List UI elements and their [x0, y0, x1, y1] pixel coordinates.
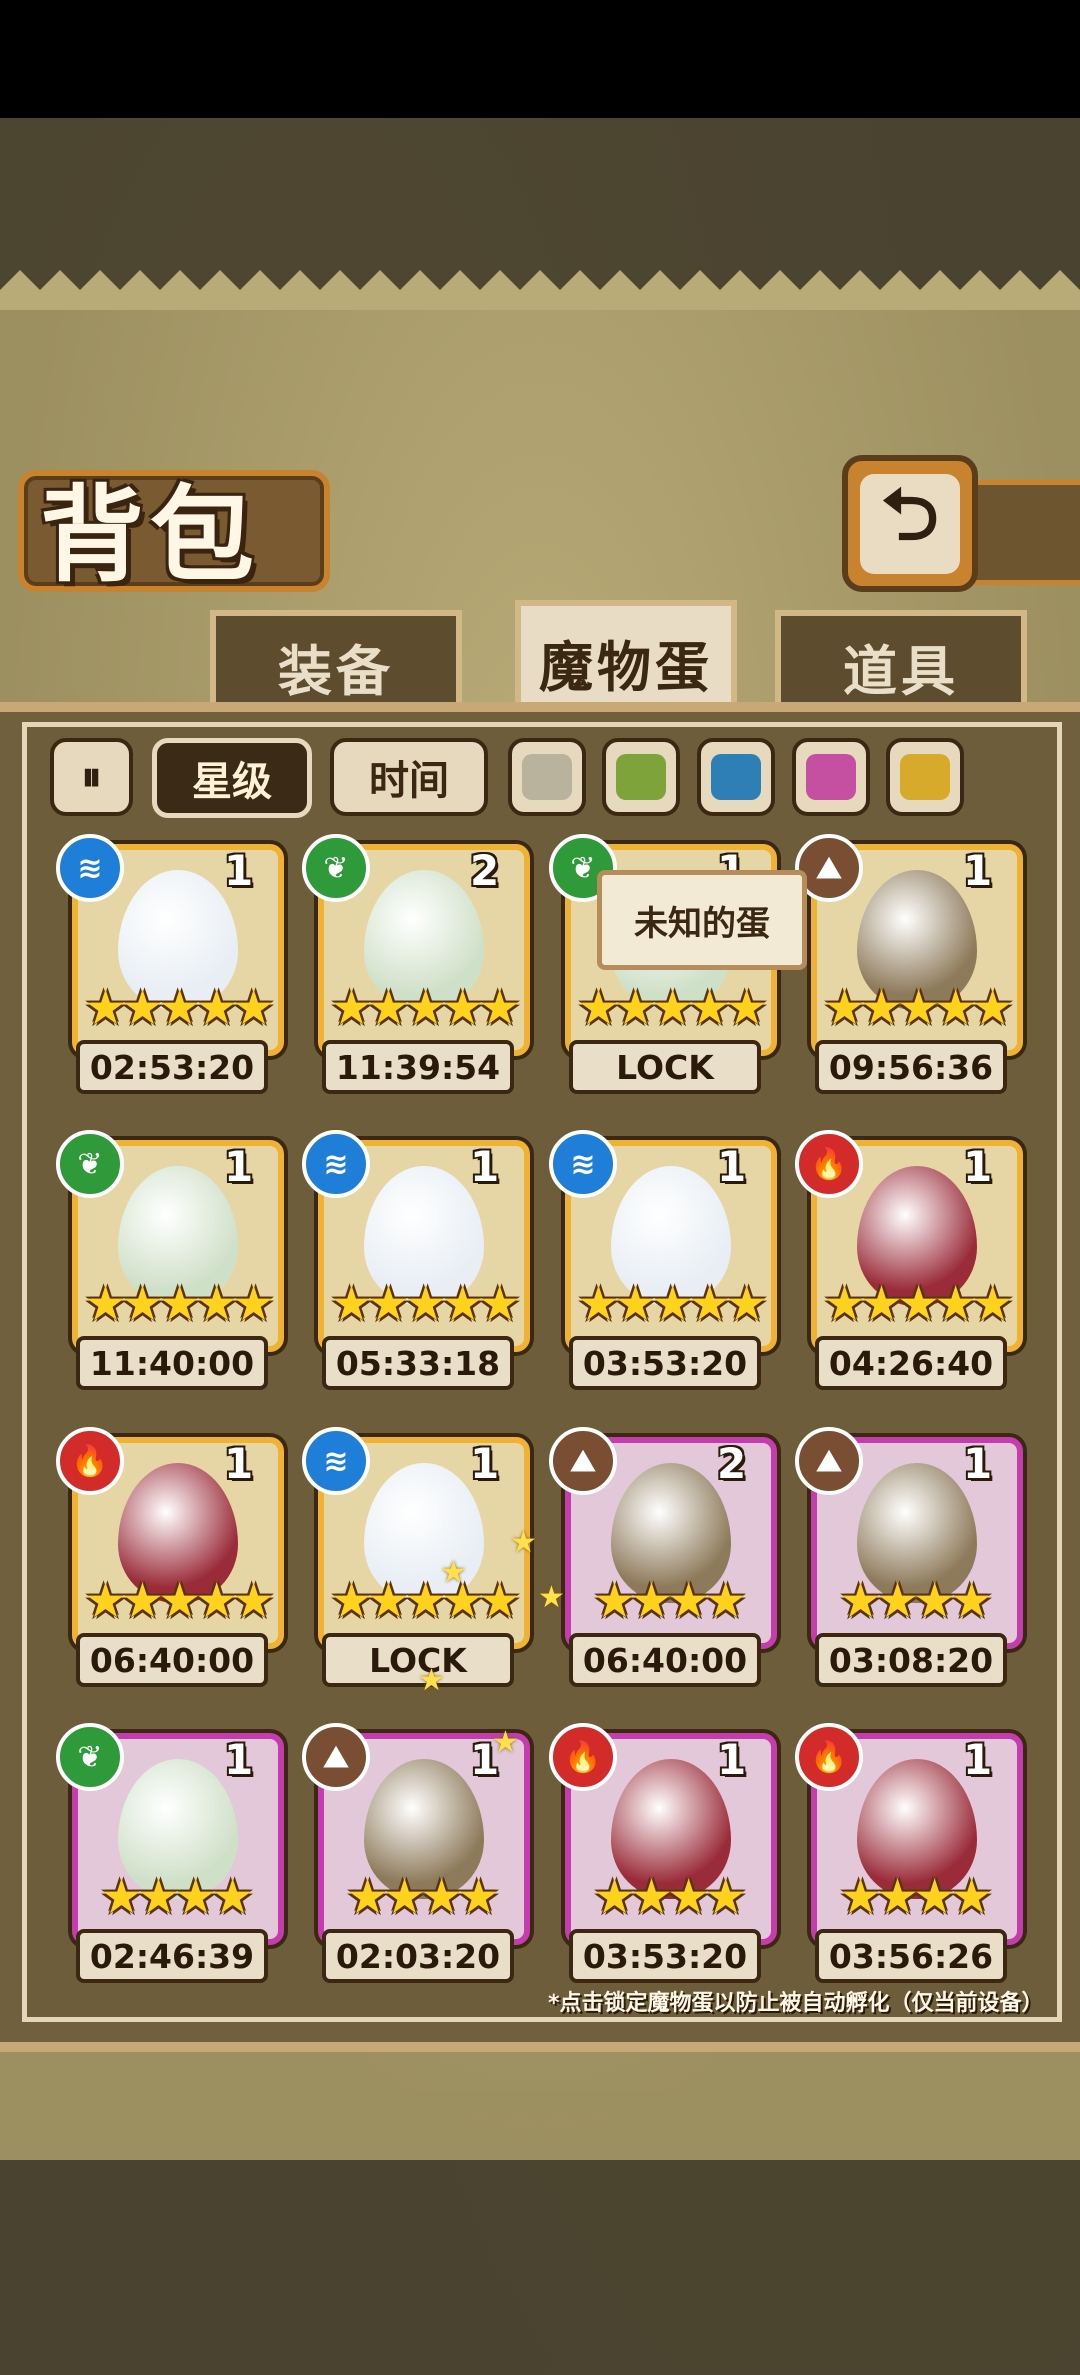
nature-element-icon: ❦: [56, 1723, 124, 1791]
egg-count: 2: [717, 1439, 747, 1488]
color-swatch: [616, 754, 666, 800]
sort-icon: ⏸: [81, 754, 102, 800]
tab-monster-eggs[interactable]: 魔物蛋: [515, 600, 737, 718]
sparkle-icon: ★: [492, 1725, 519, 1760]
sparkle-icon: ★: [440, 1555, 467, 1590]
egg-star-rating: ★★★★: [593, 1573, 747, 1629]
egg-count: 1: [470, 1142, 500, 1191]
earth-element-icon: ⛰: [549, 1427, 617, 1495]
egg-count: 1: [224, 1735, 254, 1784]
fire-element-icon: 🔥: [549, 1723, 617, 1791]
egg-count: 1: [224, 1439, 254, 1488]
fire-element-icon: 🔥: [795, 1130, 863, 1198]
color-swatch: [711, 754, 761, 800]
egg-star-rating: ★★★★★: [823, 1276, 1014, 1332]
color-swatch: [522, 754, 572, 800]
egg-star-rating: ★★★★★: [577, 980, 768, 1036]
tab-items[interactable]: 道具: [775, 610, 1027, 716]
egg-count: 1: [470, 1439, 500, 1488]
status-bar-area: [0, 0, 1080, 118]
water-element-icon: ≋: [549, 1130, 617, 1198]
water-element-icon: ≋: [56, 834, 124, 902]
egg-star-rating: ★★★★: [839, 1573, 993, 1629]
sparkle-icon: ★: [418, 1663, 445, 1698]
egg-hatch-timer[interactable]: 06:40:00: [569, 1633, 761, 1687]
egg-star-rating: ★★★★★: [823, 980, 1014, 1036]
egg-star-rating: ★★★★★: [330, 1573, 521, 1629]
egg-count: 1: [717, 1735, 747, 1784]
fire-element-icon: 🔥: [56, 1427, 124, 1495]
earth-element-icon: ⛰: [795, 1427, 863, 1495]
egg-hatch-timer[interactable]: 02:46:39: [76, 1929, 268, 1983]
nature-element-icon: ❦: [56, 1130, 124, 1198]
egg-tooltip: 未知的蛋: [597, 870, 807, 970]
egg-count: 1: [963, 846, 993, 895]
filter-color-blue[interactable]: [697, 738, 775, 816]
egg-count: 1: [963, 1142, 993, 1191]
zigzag-border-bottom: [0, 2090, 1080, 2130]
egg-hatch-timer[interactable]: 04:26:40: [815, 1336, 1007, 1390]
egg-star-rating: ★★★★: [100, 1869, 254, 1925]
filter-color-purple[interactable]: [792, 738, 870, 816]
egg-hatch-timer[interactable]: 11:39:54: [322, 1040, 514, 1094]
egg-star-rating: ★★★★★: [330, 1276, 521, 1332]
back-button[interactable]: ⮌: [842, 455, 978, 592]
egg-hatch-timer[interactable]: 03:08:20: [815, 1633, 1007, 1687]
egg-star-rating: ★★★★★: [84, 1573, 275, 1629]
nature-element-icon: ❦: [302, 834, 370, 902]
egg-count: 1: [963, 1735, 993, 1784]
egg-count: 1: [224, 1142, 254, 1191]
color-swatch: [900, 754, 950, 800]
egg-count: 2: [470, 846, 500, 895]
sort-by-star-button[interactable]: 星级: [152, 738, 312, 818]
egg-hatch-timer[interactable]: 03:56:26: [815, 1929, 1007, 1983]
egg-hatch-timer[interactable]: 09:56:36: [815, 1040, 1007, 1094]
filter-color-green[interactable]: [602, 738, 680, 816]
egg-hatch-timer[interactable]: 03:53:20: [569, 1336, 761, 1390]
egg-star-rating: ★★★★: [839, 1869, 993, 1925]
page-title: 背包: [40, 474, 261, 596]
sparkle-icon: ★: [538, 1580, 565, 1615]
lock-hint-text: *点击锁定魔物蛋以防止被自动孵化（仅当前设备）: [548, 1991, 1044, 2016]
egg-hatch-timer[interactable]: 06:40:00: [76, 1633, 268, 1687]
egg-hatch-timer[interactable]: 02:53:20: [76, 1040, 268, 1094]
egg-hatch-timer[interactable]: 03:53:20: [569, 1929, 761, 1983]
egg-star-rating: ★★★★: [593, 1869, 747, 1925]
egg-star-rating: ★★★★★: [330, 980, 521, 1036]
egg-count: 1: [224, 846, 254, 895]
fire-element-icon: 🔥: [795, 1723, 863, 1791]
earth-element-icon: ⛰: [302, 1723, 370, 1791]
egg-hatch-timer[interactable]: 02:03:20: [322, 1929, 514, 1983]
egg-count: 1: [963, 1439, 993, 1488]
tab-equipment[interactable]: 装备: [210, 610, 462, 716]
filter-color-gold[interactable]: [886, 738, 964, 816]
egg-hatch-timer[interactable]: 11:40:00: [76, 1336, 268, 1390]
egg-star-rating: ★★★★★: [84, 980, 275, 1036]
zigzag-border-top: [0, 270, 1080, 310]
egg-star-rating: ★★★★★: [84, 1276, 275, 1332]
egg-hatch-timer[interactable]: 05:33:18: [322, 1336, 514, 1390]
sparkle-icon: ★: [510, 1525, 537, 1560]
back-bar: [960, 480, 1080, 585]
water-element-icon: ≋: [302, 1427, 370, 1495]
water-element-icon: ≋: [302, 1130, 370, 1198]
color-swatch: [806, 754, 856, 800]
egg-lock-label[interactable]: LOCK: [569, 1040, 761, 1094]
sort-by-time-button[interactable]: 时间: [330, 738, 488, 816]
back-arrow-icon: ⮌: [860, 472, 960, 574]
egg-count: 1: [717, 1142, 747, 1191]
sort-order-button[interactable]: ⏸: [50, 738, 133, 816]
egg-star-rating: ★★★★: [346, 1869, 500, 1925]
egg-star-rating: ★★★★★: [577, 1276, 768, 1332]
filter-color-gray[interactable]: [508, 738, 586, 816]
